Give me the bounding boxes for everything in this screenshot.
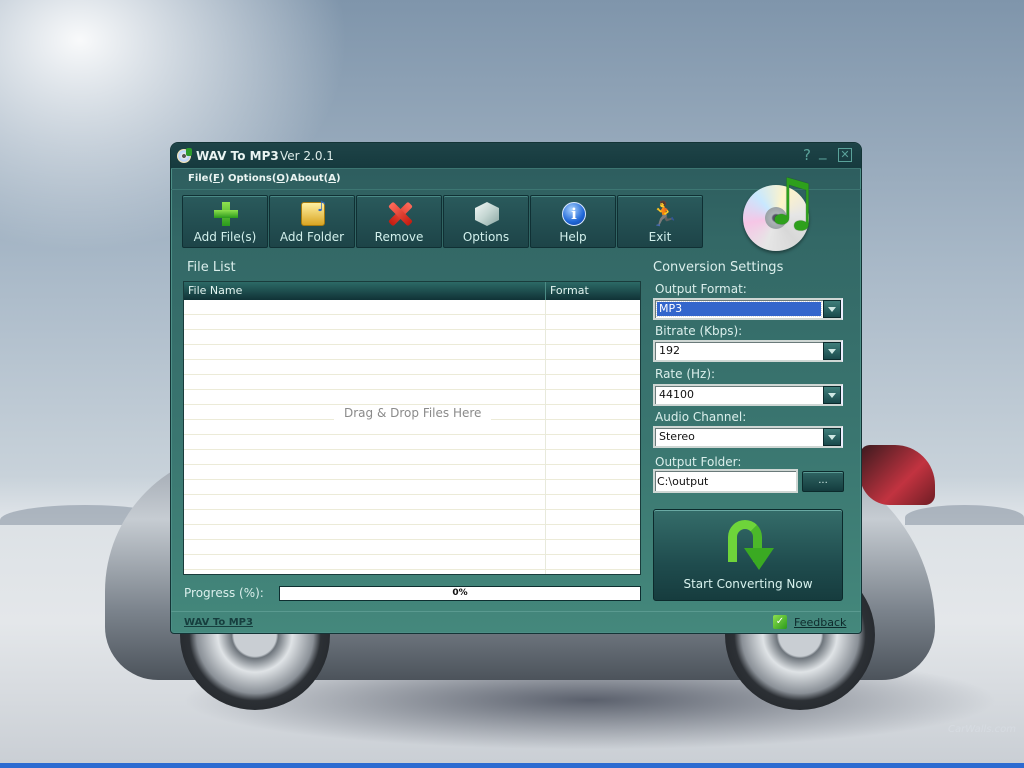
progress-label: Progress (%):	[184, 586, 264, 600]
x-icon	[388, 202, 412, 226]
plus-icon	[214, 202, 238, 226]
table-row	[184, 480, 640, 495]
wallpaper-watermark: CarWalls.com	[948, 724, 1016, 735]
column-file-name[interactable]: File Name	[188, 284, 242, 297]
music-folder-icon	[301, 199, 326, 226]
progress-bar: 0%	[279, 586, 641, 601]
car-taillight	[860, 445, 935, 505]
chevron-down-icon[interactable]	[823, 428, 841, 446]
exit-button[interactable]: 🏃 Exit	[617, 195, 703, 248]
table-row	[184, 300, 640, 315]
menu-about[interactable]: About(A)	[290, 173, 341, 184]
table-row	[184, 390, 640, 405]
file-list[interactable]: File Name Format Drag & Drop Files Here	[183, 281, 641, 575]
help-icon[interactable]: ?	[803, 147, 811, 163]
bitrate-select[interactable]: 192	[653, 340, 843, 362]
column-divider	[545, 300, 546, 574]
table-row	[184, 345, 640, 360]
table-row	[184, 540, 640, 555]
menu-options[interactable]: Options(O)	[228, 173, 289, 184]
table-row	[184, 495, 640, 510]
info-icon: i	[562, 202, 586, 226]
add-files-button[interactable]: Add File(s)	[182, 195, 268, 248]
options-button[interactable]: Options	[443, 195, 529, 248]
app-cd-icon	[177, 148, 192, 163]
table-row	[184, 525, 640, 540]
minimize-icon[interactable]: _	[819, 143, 827, 159]
table-row	[184, 330, 640, 345]
output-format-label: Output Format:	[655, 282, 747, 296]
table-row	[184, 375, 640, 390]
checkmark-icon: ✓	[773, 615, 787, 629]
file-list-rows	[184, 300, 640, 574]
app-window: WAV To MP3 Ver 2.0.1 ? _ ✕ File(F) Optio…	[170, 142, 862, 634]
table-row	[184, 420, 640, 435]
window-title: WAV To MP3	[196, 149, 279, 163]
drop-hint: Drag & Drop Files Here	[334, 406, 492, 420]
help-button[interactable]: i Help	[530, 195, 616, 248]
feedback-link[interactable]: Feedback	[794, 616, 846, 629]
table-row	[184, 555, 640, 570]
column-divider[interactable]	[545, 282, 546, 300]
close-icon[interactable]: ✕	[838, 148, 852, 162]
chevron-down-icon[interactable]	[823, 342, 841, 360]
column-format[interactable]: Format	[550, 284, 589, 297]
chevron-down-icon[interactable]	[823, 300, 841, 318]
table-row	[184, 450, 640, 465]
green-arrow-icon	[726, 518, 774, 574]
table-row	[184, 360, 640, 375]
music-note-icon: ♫	[763, 166, 821, 240]
add-folder-button[interactable]: Add Folder	[269, 195, 355, 248]
settings-title: Conversion Settings	[653, 260, 784, 275]
table-row	[184, 465, 640, 480]
file-list-header: File Name Format	[184, 282, 640, 300]
chevron-down-icon[interactable]	[823, 386, 841, 404]
running-man-icon: 🏃	[649, 200, 679, 228]
progress-text: 0%	[452, 588, 468, 598]
audio-channel-label: Audio Channel:	[655, 410, 747, 424]
title-bar[interactable]: WAV To MP3 Ver 2.0.1 ? _ ✕	[171, 143, 861, 169]
cube-icon	[475, 202, 499, 226]
app-home-link[interactable]: WAV To MP3	[184, 617, 253, 628]
status-bar: WAV To MP3 ✓ Feedback	[171, 611, 861, 633]
table-row	[184, 510, 640, 525]
audio-channel-select[interactable]: Stereo	[653, 426, 843, 448]
app-logo: ♫	[741, 167, 833, 251]
remove-button[interactable]: Remove	[356, 195, 442, 248]
output-format-select[interactable]: MP3	[653, 298, 843, 320]
browse-folder-button[interactable]: ...	[802, 471, 844, 492]
output-folder-input[interactable]	[653, 469, 798, 493]
taskbar-edge	[0, 763, 1024, 768]
window-version: Ver 2.0.1	[280, 149, 334, 163]
start-converting-button[interactable]: Start Converting Now	[653, 509, 843, 601]
rate-label: Rate (Hz):	[655, 367, 716, 381]
rate-select[interactable]: 44100	[653, 384, 843, 406]
table-row	[184, 435, 640, 450]
file-list-title: File List	[187, 260, 236, 275]
table-row	[184, 315, 640, 330]
bitrate-label: Bitrate (Kbps):	[655, 324, 743, 338]
menu-file[interactable]: File(F)	[188, 173, 224, 184]
output-folder-label: Output Folder:	[655, 455, 742, 469]
